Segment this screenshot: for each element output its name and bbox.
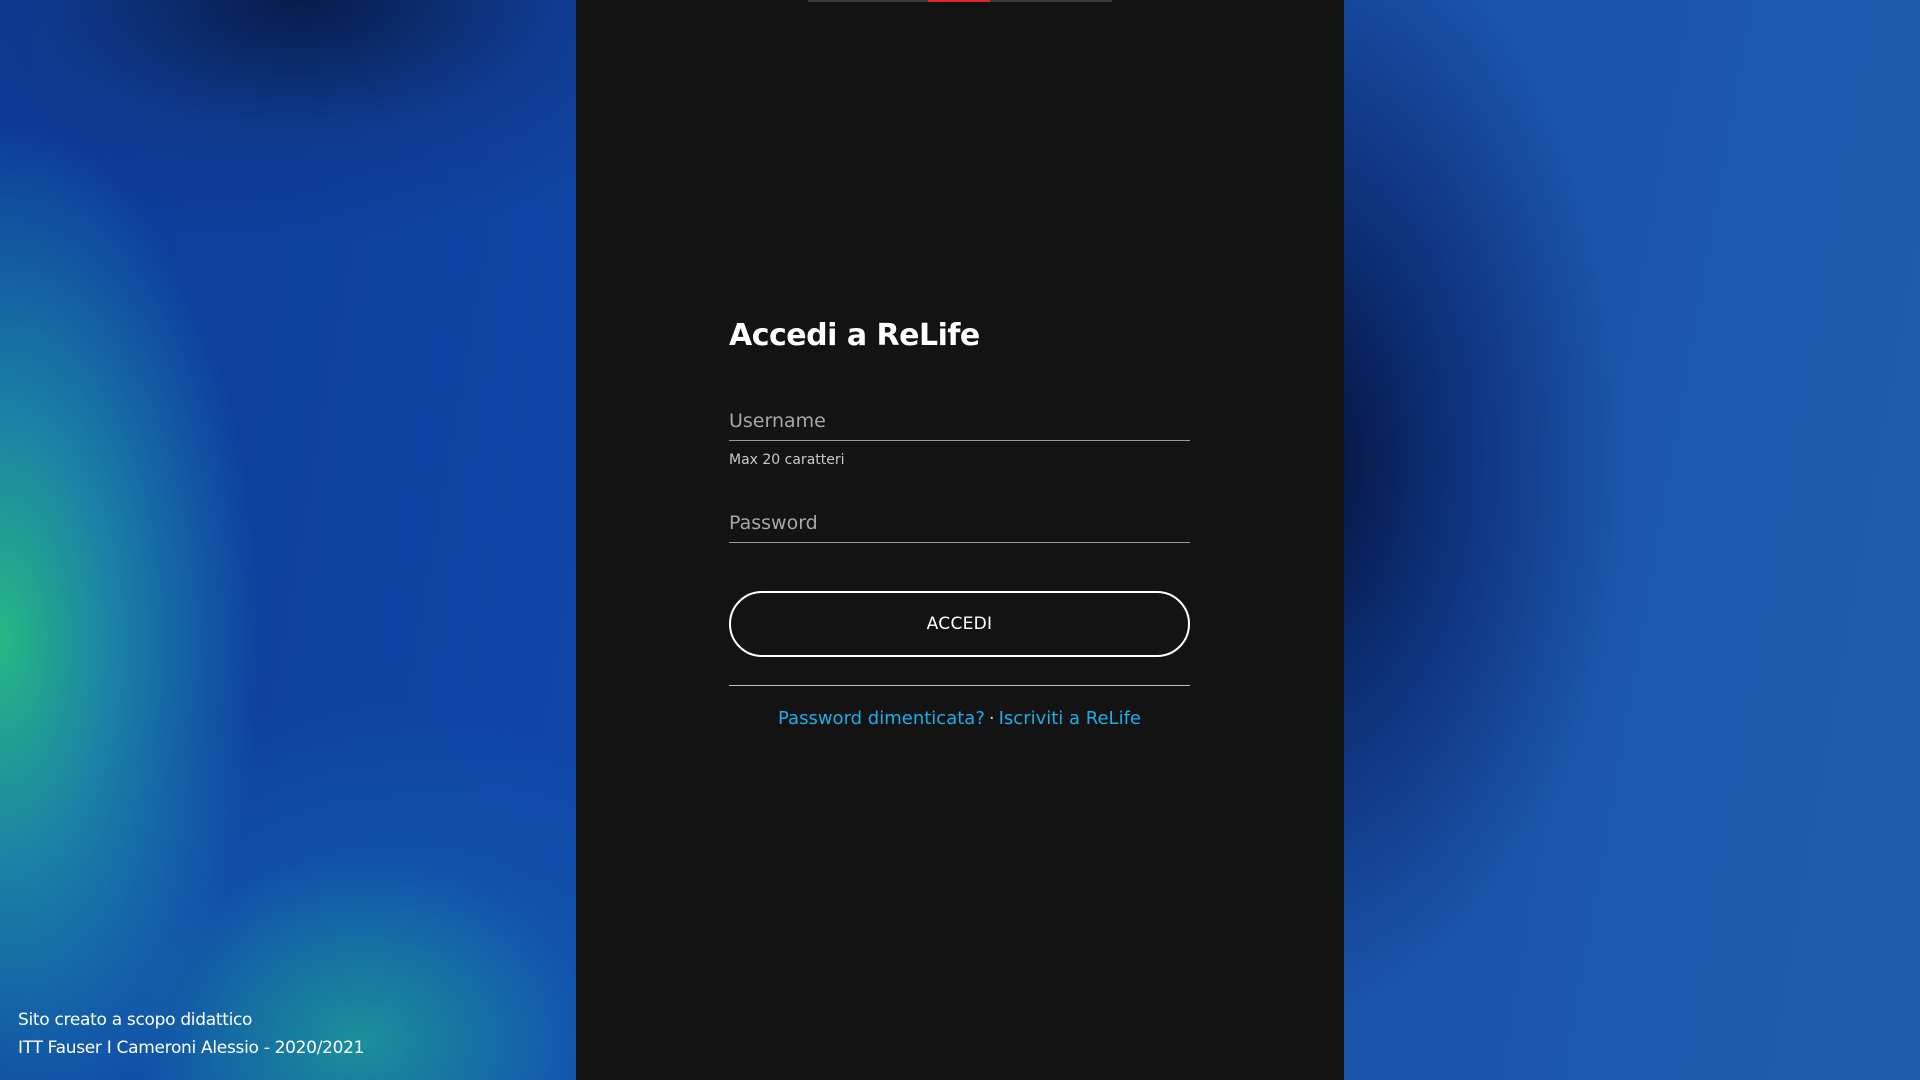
username-hint: Max 20 caratteri — [729, 452, 845, 468]
password-input[interactable] — [729, 512, 1190, 534]
active-tab-indicator — [928, 0, 990, 2]
top-tab-indicator — [808, 0, 1112, 2]
auth-links: Password dimenticata? · Iscriviti a ReLife — [729, 708, 1190, 729]
password-field — [729, 500, 1190, 543]
username-field — [729, 398, 1190, 441]
page-title: Accedi a ReLife — [729, 318, 980, 353]
username-input[interactable] — [729, 410, 1190, 432]
signup-link[interactable]: Iscriviti a ReLife — [999, 708, 1141, 729]
footer-line-author: ITT Fauser I Cameroni Alessio - 2020/202… — [18, 1038, 365, 1058]
link-separator: · — [988, 708, 995, 729]
divider — [729, 685, 1190, 686]
login-form: Accedi a ReLife Max 20 caratteri ACCEDI … — [729, 312, 1190, 729]
footer-credits: Sito creato a scopo didattico ITT Fauser… — [18, 1006, 365, 1062]
forgot-password-link[interactable]: Password dimenticata? — [778, 708, 985, 729]
footer-line-purpose: Sito creato a scopo didattico — [18, 1010, 253, 1030]
login-button[interactable]: ACCEDI — [729, 591, 1190, 657]
